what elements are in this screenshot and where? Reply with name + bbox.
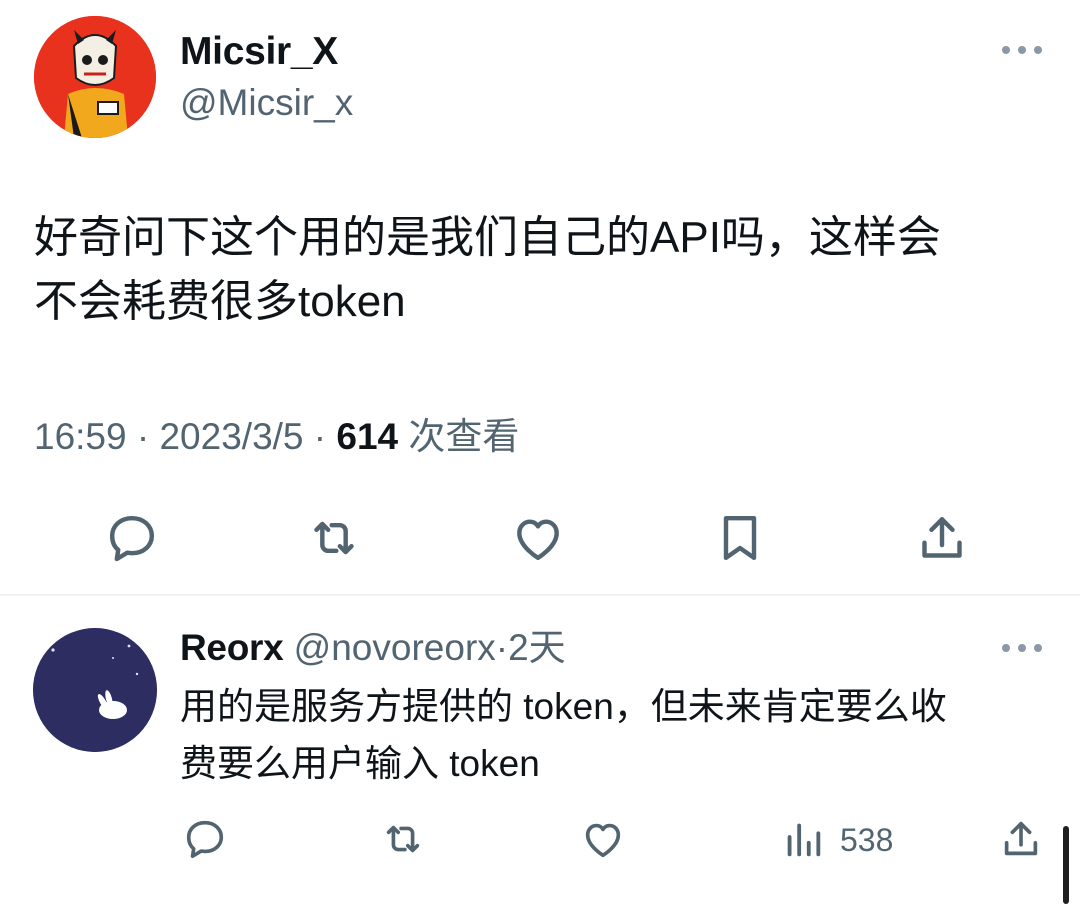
more-options-icon[interactable] [1002, 40, 1042, 60]
reply-author-handle[interactable]: @novoreorx [294, 627, 496, 668]
meta-separator: · [303, 416, 337, 457]
reply-tweet[interactable]: Reorx @novoreorx·2天 用的是服务方提供的 token，但未来肯… [0, 596, 1080, 904]
retweet-icon[interactable] [380, 816, 426, 862]
tweet-text: 好奇问下这个用的是我们自己的API吗，这样会 不会耗费很多token [34, 213, 941, 326]
author-handle[interactable]: @Micsir_x [180, 80, 353, 126]
bookmark-icon[interactable] [712, 510, 768, 566]
reply-icon[interactable] [182, 816, 228, 862]
tweet-date[interactable]: 2023/3/5 [159, 416, 303, 457]
views-icon[interactable] [780, 816, 826, 862]
reply-author-name[interactable]: Reorx [180, 627, 284, 668]
tweet-time[interactable]: 16:59 [34, 416, 127, 457]
share-icon[interactable] [998, 816, 1044, 862]
reply-header: Reorx @novoreorx·2天 [180, 624, 566, 672]
share-icon[interactable] [914, 510, 970, 566]
scrollbar[interactable] [1063, 826, 1069, 904]
tweet-meta: 16:59 · 2023/3/5 · 614 次查看 [34, 412, 519, 462]
main-tweet: Micsir_X @Micsir_x 好奇问下这个用的是我们自己的API吗，这样… [0, 0, 1080, 594]
meta-separator: · [126, 416, 160, 457]
reply-icon[interactable] [104, 510, 160, 566]
reply-time[interactable]: 2天 [508, 627, 566, 668]
reply-avatar[interactable] [33, 628, 157, 752]
like-icon[interactable] [510, 510, 566, 566]
author-name[interactable]: Micsir_X [180, 28, 338, 76]
author-avatar[interactable] [34, 16, 156, 138]
reply-separator: · [495, 627, 509, 668]
views-label[interactable]: 次查看 [398, 416, 519, 457]
reply-views-count[interactable]: 538 [840, 818, 893, 862]
views-count[interactable]: 614 [336, 416, 398, 457]
more-options-icon[interactable] [1002, 638, 1042, 658]
retweet-icon[interactable] [306, 510, 362, 566]
like-icon[interactable] [580, 816, 626, 862]
reply-text: 用的是服务方提供的 token，但未来肯定要么收 费要么用户输入 token [180, 686, 947, 784]
